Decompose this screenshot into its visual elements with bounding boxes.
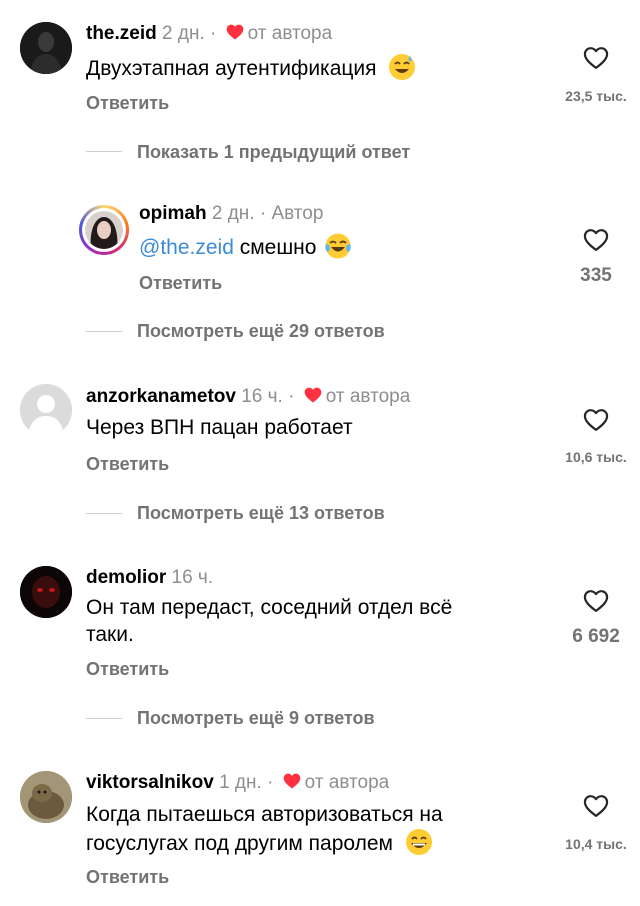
like-count: 10,4 тыс. bbox=[565, 836, 627, 852]
comment-meta: anzorkanametov 16 ч. · от автора bbox=[86, 385, 410, 409]
default-avatar-icon bbox=[20, 384, 72, 436]
liked-by-author-heart-icon bbox=[282, 771, 302, 791]
reply-time: 2 дн. bbox=[211, 203, 255, 224]
comment-text: Когда пытаешься авторизоваться на госусл… bbox=[86, 801, 556, 857]
comment-time: 2 дн. bbox=[162, 23, 205, 44]
view-more-replies-button[interactable]: Посмотреть ещё 9 ответов bbox=[137, 708, 375, 729]
liked-by-author-heart-icon bbox=[225, 22, 245, 42]
author-badge: Автор bbox=[271, 203, 324, 224]
comment-meta: viktorsalnikov 1 дн. · от автора bbox=[86, 771, 389, 795]
like-count: 10,6 тыс. bbox=[565, 449, 627, 465]
avatar bbox=[85, 211, 123, 249]
username[interactable]: demolior bbox=[86, 567, 166, 588]
separator: · bbox=[288, 386, 295, 407]
like-heart-icon[interactable] bbox=[582, 587, 610, 615]
mention-link[interactable]: @the.zeid bbox=[139, 236, 234, 259]
comment-time: 16 ч. bbox=[241, 386, 283, 407]
sweat-smile-emoji-icon bbox=[389, 54, 416, 80]
like-count: 335 bbox=[580, 265, 612, 286]
reply-text: @the.zeid смешно bbox=[139, 232, 352, 261]
comment-text: Через ВПН пацан работает bbox=[86, 416, 353, 439]
avatar[interactable] bbox=[20, 22, 72, 74]
liked-by-author-label: от автора bbox=[304, 772, 390, 793]
reply-meta: opimah 2 дн. · Автор bbox=[139, 202, 323, 226]
comment-time: 1 дн. bbox=[219, 772, 262, 793]
comment-text: Он там передаст, соседний отдел всё таки… bbox=[86, 594, 546, 648]
reply-button[interactable]: Ответить bbox=[86, 659, 169, 680]
liked-by-author-heart-icon bbox=[303, 385, 323, 405]
separator: · bbox=[210, 23, 217, 44]
liked-by-author-label: от автора bbox=[325, 386, 411, 407]
thread-line bbox=[86, 513, 122, 514]
username[interactable]: anzorkanametov bbox=[86, 386, 236, 407]
avatar[interactable] bbox=[20, 384, 72, 436]
thread-line bbox=[86, 718, 122, 719]
like-heart-icon[interactable] bbox=[582, 44, 610, 72]
comment-time: 16 ч. bbox=[171, 567, 214, 588]
comment-text-line: таки. bbox=[86, 623, 134, 646]
grinning-emoji-icon bbox=[405, 829, 432, 855]
like-heart-icon[interactable] bbox=[582, 792, 610, 820]
comment-text-line: Когда пытаешься авторизоваться на bbox=[86, 803, 443, 826]
avatar[interactable] bbox=[20, 566, 72, 618]
avatar-image bbox=[20, 566, 72, 618]
comment-text-line-with-emoji: госуслугах под другим паролем bbox=[86, 828, 556, 857]
reply-text-content: смешно bbox=[233, 236, 317, 259]
separator: · bbox=[259, 203, 267, 224]
comment-meta: demolior 16 ч. bbox=[86, 566, 213, 590]
comment-text-line: Он там передаст, соседний отдел всё bbox=[86, 596, 453, 619]
separator: · bbox=[267, 772, 274, 793]
comment-meta: the.zeid 2 дн. · от автора bbox=[86, 22, 332, 46]
reply-button[interactable]: Ответить bbox=[86, 867, 169, 888]
reply-button[interactable]: Ответить bbox=[139, 273, 222, 294]
like-count: 23,5 тыс. bbox=[565, 88, 627, 104]
like-heart-icon[interactable] bbox=[582, 406, 610, 434]
liked-by-author-label: от автора bbox=[247, 23, 333, 44]
comment-text: Двухэтапная аутентификация bbox=[86, 53, 416, 82]
story-ring[interactable] bbox=[79, 205, 129, 255]
thread-line bbox=[86, 331, 122, 332]
view-more-replies-button[interactable]: Посмотреть ещё 13 ответов bbox=[137, 503, 385, 524]
like-count: 6 692 bbox=[572, 626, 620, 647]
comment-text-line: госуслугах под другим паролем bbox=[86, 832, 393, 855]
comment-text-content: Двухэтапная аутентификация bbox=[86, 57, 377, 80]
avatar-image bbox=[20, 771, 72, 823]
reply-button[interactable]: Ответить bbox=[86, 454, 169, 475]
username[interactable]: opimah bbox=[139, 203, 207, 224]
view-more-replies-button[interactable]: Посмотреть ещё 29 ответов bbox=[137, 321, 385, 342]
avatar-image bbox=[20, 22, 72, 74]
avatar[interactable] bbox=[20, 771, 72, 823]
like-heart-icon[interactable] bbox=[582, 226, 610, 254]
username[interactable]: the.zeid bbox=[86, 23, 157, 44]
username[interactable]: viktorsalnikov bbox=[86, 772, 214, 793]
reply-button[interactable]: Ответить bbox=[86, 93, 169, 114]
thread-line bbox=[86, 151, 122, 152]
tears-of-joy-emoji-icon bbox=[325, 233, 351, 259]
show-previous-replies-button[interactable]: Показать 1 предыдущий ответ bbox=[137, 142, 410, 163]
